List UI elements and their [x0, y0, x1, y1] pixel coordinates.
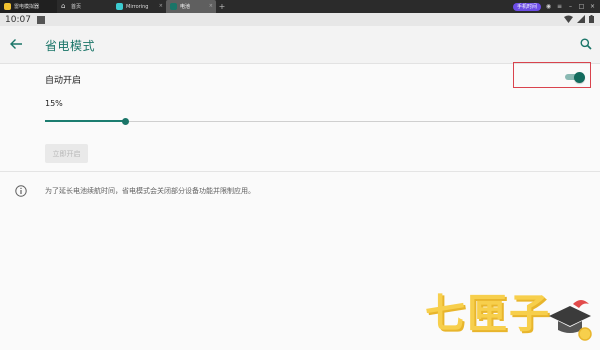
window-controls: 手机时间 ◉ ≡ – □ ×: [512, 2, 596, 11]
switch-thumb: [574, 72, 585, 83]
menu-icon[interactable]: ≡: [556, 3, 563, 10]
tab-label: 电池: [180, 4, 191, 10]
tab-battery[interactable]: 电池 ×: [166, 0, 216, 13]
info-text: 为了延长电池续航时间，省电模式会关闭部分设备功能并限制应用。: [45, 187, 255, 195]
slider-fill: [45, 120, 126, 122]
account-badge[interactable]: 手机时间: [512, 2, 541, 11]
tab-label: 雷电模拟器: [14, 4, 40, 10]
close-tab-icon[interactable]: ×: [159, 3, 163, 9]
app-bar: 省电模式: [0, 26, 600, 64]
signal-icon: [577, 15, 585, 23]
close-icon[interactable]: ×: [589, 3, 596, 10]
ldplayer-logo-icon: [4, 3, 11, 10]
battery-app-icon: [170, 3, 177, 10]
graduation-cap-icon: [549, 300, 592, 341]
auto-on-label: 自动开启: [45, 76, 82, 86]
status-icons: [564, 15, 594, 23]
tab-mirroring[interactable]: Mirroring ×: [112, 0, 166, 13]
slider-thumb[interactable]: [122, 118, 130, 125]
close-tab-icon[interactable]: ×: [209, 3, 213, 9]
divider: [0, 171, 600, 172]
battery-icon: [589, 15, 594, 23]
new-tab-icon[interactable]: +: [216, 2, 228, 11]
emulator-titlebar: 雷电模拟器 ⌂ 首页 Mirroring × 电池 × + 手机时间 ◉ ≡ –…: [0, 0, 600, 13]
tab-app[interactable]: 雷电模拟器: [0, 0, 57, 13]
tab-label: 首页: [71, 4, 82, 10]
wifi-icon: [564, 15, 573, 23]
notification-icon: [36, 15, 45, 24]
watermark: 七匣子: [425, 289, 595, 347]
info-icon: [15, 185, 27, 197]
threshold-value: 15%: [45, 99, 63, 108]
arrow-back-icon[interactable]: [9, 37, 23, 51]
status-bar: 10:07: [0, 13, 600, 26]
maximize-icon[interactable]: □: [578, 3, 585, 10]
turn-on-now-button[interactable]: 立即开启: [45, 144, 88, 163]
home-icon: ⌂: [61, 2, 66, 10]
mirroring-app-icon: [116, 3, 123, 10]
auto-on-switch[interactable]: [565, 72, 585, 83]
status-time: 10:07: [5, 14, 31, 25]
search-icon[interactable]: [580, 38, 592, 50]
page-title: 省电模式: [45, 39, 96, 53]
watermark-text: 七匣子: [425, 291, 551, 337]
threshold-slider[interactable]: [45, 116, 580, 128]
gamepad-icon[interactable]: ◉: [545, 3, 552, 10]
tab-label: Mirroring: [126, 3, 149, 10]
tab-home[interactable]: ⌂ 首页: [57, 0, 112, 13]
minimize-icon[interactable]: –: [567, 3, 574, 10]
